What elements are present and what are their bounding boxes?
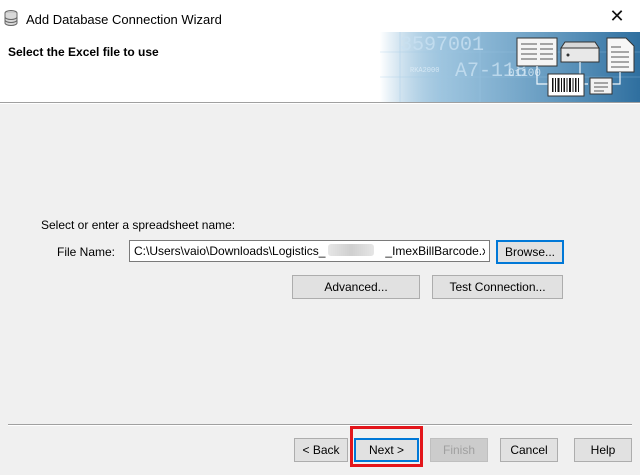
finish-button[interactable]: Finish	[430, 438, 488, 462]
back-button[interactable]: < Back	[294, 438, 348, 462]
close-button[interactable]: ✕	[594, 0, 640, 32]
document-icon	[516, 37, 558, 67]
cancel-button[interactable]: Cancel	[500, 438, 558, 462]
server-icon	[560, 41, 600, 63]
window-title: Add Database Connection Wizard	[26, 12, 222, 27]
browse-button[interactable]: Browse...	[496, 240, 564, 264]
header-divider	[0, 102, 640, 104]
database-icon	[4, 10, 18, 26]
next-button[interactable]: Next >	[354, 438, 419, 462]
banner-text-3: RKA2000	[410, 67, 439, 75]
banner-text-1: 3597001	[400, 34, 484, 57]
file-name-input[interactable]	[129, 240, 490, 262]
help-button[interactable]: Help	[574, 438, 632, 462]
spreadsheet-prompt: Select or enter a spreadsheet name:	[41, 218, 236, 232]
file-name-label: File Name:	[57, 245, 116, 259]
test-connection-button[interactable]: Test Connection...	[432, 275, 563, 299]
page-title: Select the Excel file to use	[8, 45, 159, 59]
footer-divider	[8, 424, 632, 426]
close-icon: ✕	[609, 5, 625, 26]
wizard-header: Select the Excel file to use 3597001 A7-…	[0, 32, 640, 102]
barcode-icon	[547, 73, 585, 97]
advanced-button[interactable]: Advanced...	[292, 275, 420, 299]
card-icon	[589, 77, 613, 95]
title-bar: Add Database Connection Wizard ✕	[0, 0, 640, 32]
banner-text-4: 01100	[508, 68, 541, 80]
header-banner-image: 3597001 A7-118 RKA2000 01100	[380, 32, 640, 102]
sheet-icon	[606, 37, 635, 73]
